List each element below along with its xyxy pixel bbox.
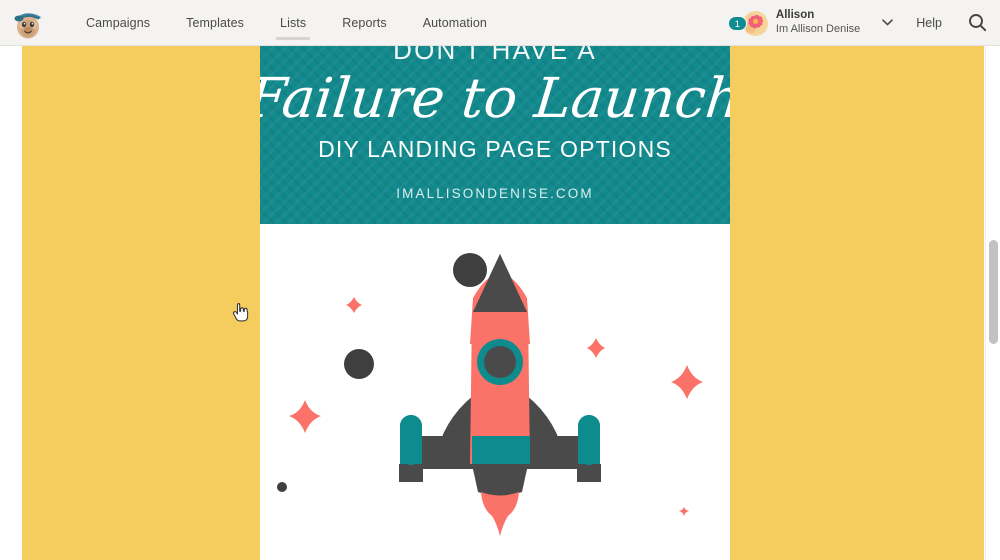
nav-link-reports[interactable]: Reports xyxy=(324,0,404,46)
rocket-teal-band xyxy=(472,436,530,464)
nav-link-label: Automation xyxy=(422,15,487,30)
top-navigation-bar: Campaigns Templates Lists Reports Automa… xyxy=(0,0,1000,46)
hero-banner: DON'T HAVE A Failure to Launch DIY LANDI… xyxy=(260,46,730,224)
avatar-with-badge: 1 xyxy=(727,8,768,38)
rocket-flame xyxy=(481,492,519,536)
search-icon[interactable] xyxy=(966,12,988,34)
app-root: Campaigns Templates Lists Reports Automa… xyxy=(0,0,1000,560)
nav-link-label: Reports xyxy=(342,15,387,30)
account-menu[interactable]: 1 Allison Im Allison Denise xyxy=(724,8,864,38)
page-canvas: DON'T HAVE A Failure to Launch DIY LANDI… xyxy=(0,46,1000,560)
vertical-scrollbar-track[interactable] xyxy=(985,46,1000,560)
content-column: DON'T HAVE A Failure to Launch DIY LANDI… xyxy=(260,46,730,560)
nav-link-templates[interactable]: Templates xyxy=(168,0,262,46)
hero-kicker: DON'T HAVE A xyxy=(393,46,597,65)
account-text: Allison Im Allison Denise xyxy=(776,9,860,36)
nav-link-campaigns[interactable]: Campaigns xyxy=(68,0,168,46)
nav-link-lists[interactable]: Lists xyxy=(262,0,324,46)
account-name: Allison xyxy=(775,9,815,22)
notification-badge[interactable]: 1 xyxy=(727,15,747,31)
chevron-down-glyph xyxy=(881,19,893,26)
nav-link-label: Lists xyxy=(280,15,307,30)
search-glyph xyxy=(968,14,986,32)
hero-script-title: Failure to Launch xyxy=(260,66,730,130)
decor-sparkle-3 xyxy=(587,338,605,358)
help-link[interactable]: Help xyxy=(916,16,942,30)
nav-link-label: Templates xyxy=(186,15,245,30)
hero-subtitle: DIY LANDING PAGE OPTIONS xyxy=(318,136,672,163)
decor-sparkle-2 xyxy=(289,400,321,433)
decor-circle-small-left xyxy=(277,482,287,492)
rocket-booster-left-top xyxy=(400,415,422,465)
rocket-booster-right-base xyxy=(577,464,601,482)
navbar-right-section: 1 Allison Im Allison Denise Help xyxy=(724,0,1000,46)
vertical-scrollbar-thumb[interactable] xyxy=(989,240,998,344)
nav-link-automation[interactable]: Automation xyxy=(405,0,505,46)
decor-circle-large-left xyxy=(344,349,374,379)
freddie-monkey-logo-icon xyxy=(14,12,41,38)
rocket-booster-right-top xyxy=(578,415,600,465)
hero-website-url: IMALLISONDENISE.COM xyxy=(396,186,594,202)
rocket-illustration-svg xyxy=(277,253,703,536)
rocket-tail xyxy=(473,469,527,496)
nav-link-label: Campaigns xyxy=(86,15,151,30)
decor-circle-large-right xyxy=(453,253,487,287)
rocket-booster-left-base xyxy=(399,464,423,482)
decor-sparkle-1 xyxy=(346,297,362,313)
mailchimp-logo[interactable] xyxy=(6,0,50,46)
account-username: Im Allison Denise xyxy=(775,22,861,35)
decor-sparkle-5 xyxy=(679,507,689,516)
rocket-window-glass xyxy=(484,346,516,378)
rocket-illustration xyxy=(260,224,730,560)
decor-sparkle-4 xyxy=(671,365,703,399)
chevron-down-icon[interactable] xyxy=(880,16,894,30)
main-nav-links: Campaigns Templates Lists Reports Automa… xyxy=(68,0,505,46)
